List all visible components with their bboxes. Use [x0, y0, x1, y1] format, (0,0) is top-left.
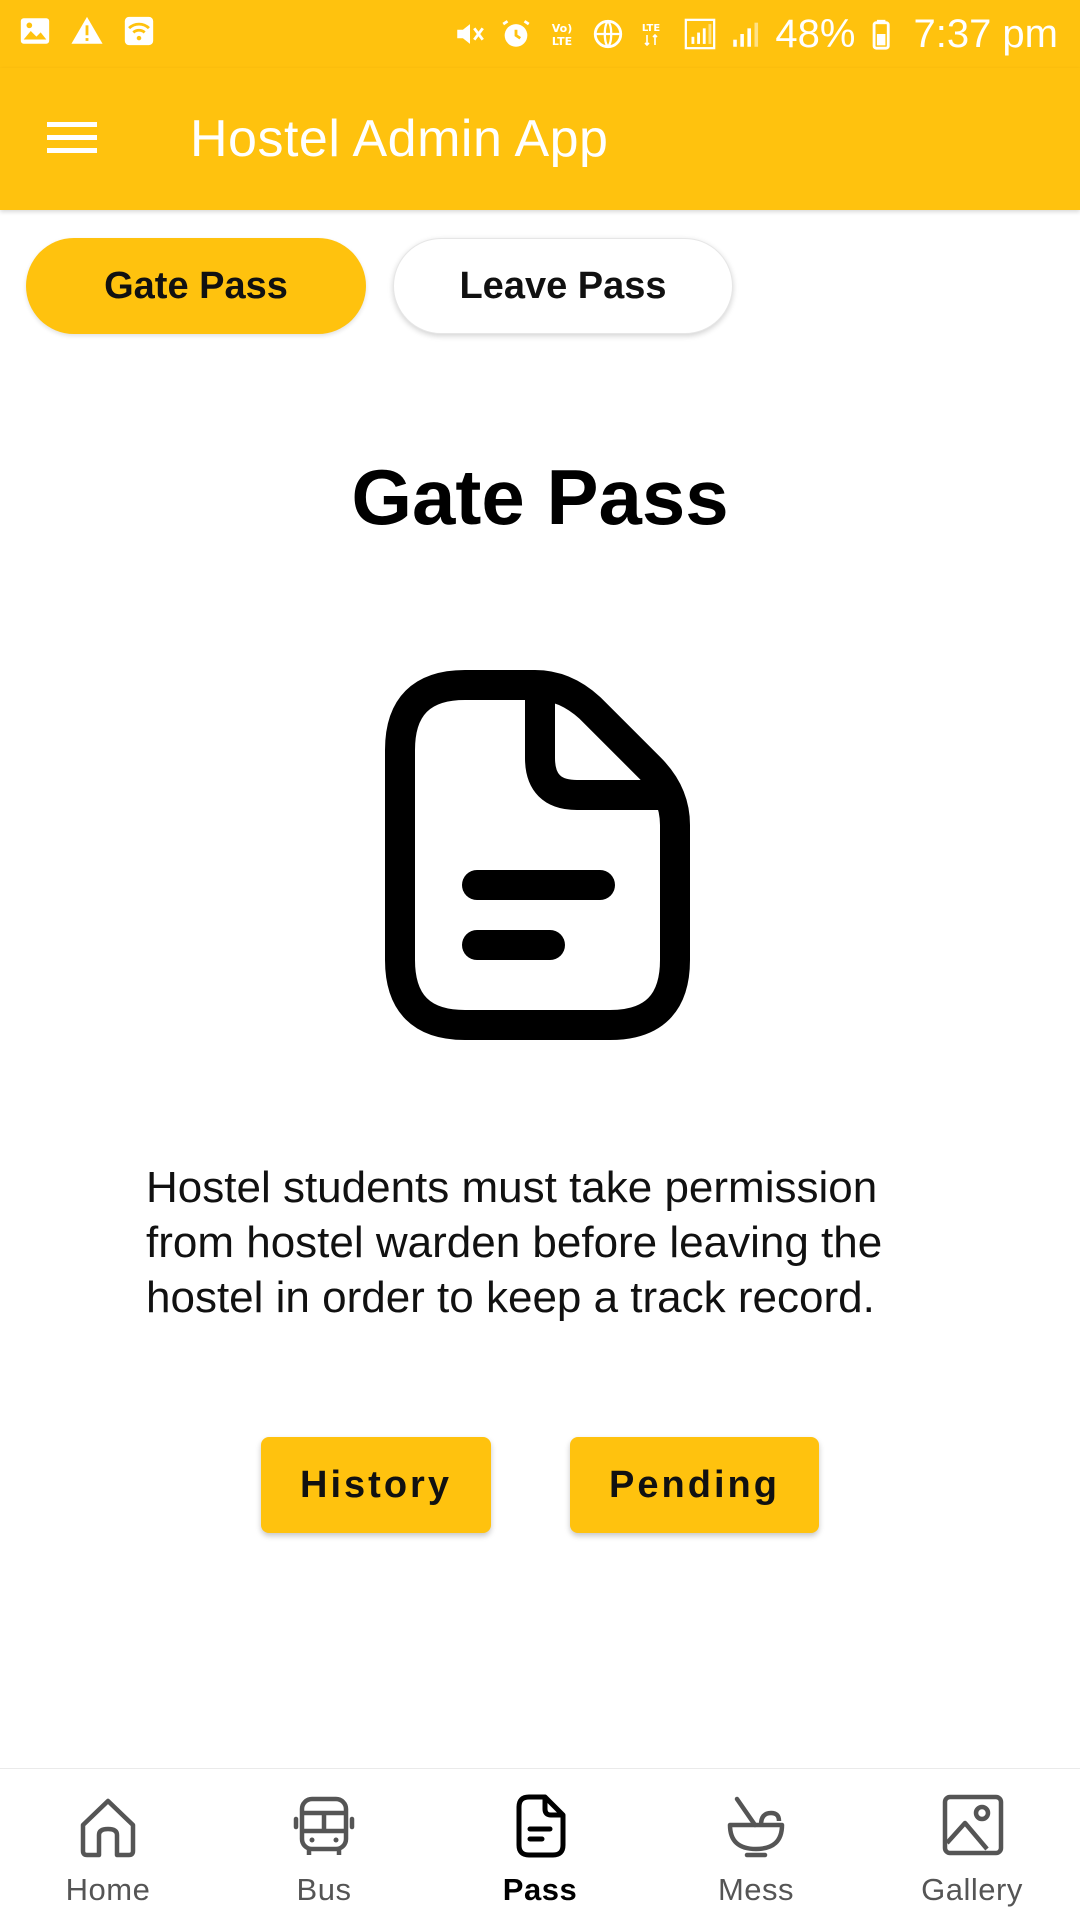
lte-icon: LTE	[637, 17, 671, 51]
nav-item-pass[interactable]: Pass	[432, 1769, 648, 1920]
volte-icon: Vo) LTE	[545, 17, 579, 51]
signal-icon-2	[729, 17, 763, 51]
clock: 7:37 pm	[913, 12, 1058, 56]
tab-leave-pass[interactable]: Leave Pass	[393, 238, 733, 334]
wifi-hotspot-icon	[122, 14, 156, 48]
status-system-icons: Vo) LTE LTE 48% 7:37 pm	[453, 10, 1058, 58]
globe-icon	[591, 17, 625, 51]
battery-percent: 48%	[775, 12, 856, 56]
status-notification-icons	[18, 14, 156, 48]
pending-button[interactable]: Pending	[570, 1437, 819, 1533]
image-notification-icon	[18, 14, 52, 48]
warning-icon	[70, 14, 104, 48]
svg-text:Vo): Vo)	[552, 22, 573, 35]
nav-label-bus: Bus	[296, 1872, 352, 1907]
nav-label-home: Home	[65, 1872, 151, 1907]
nav-item-gallery[interactable]: Gallery	[864, 1769, 1080, 1920]
nav-item-home[interactable]: Home	[0, 1769, 216, 1920]
bus-icon	[289, 1791, 359, 1866]
alarm-icon	[499, 17, 533, 51]
nav-item-mess[interactable]: Mess	[648, 1769, 864, 1920]
food-bowl-icon	[721, 1791, 791, 1866]
page-title: Gate Pass	[351, 453, 729, 541]
tab-gate-pass[interactable]: Gate Pass	[26, 238, 366, 334]
document-icon	[385, 670, 695, 1040]
signal-icon	[683, 17, 717, 51]
status-bar: Vo) LTE LTE 48% 7:37 pm	[0, 0, 1080, 68]
battery-icon	[867, 17, 901, 51]
nav-label-mess: Mess	[717, 1872, 795, 1907]
mute-icon	[453, 17, 487, 51]
document-icon	[505, 1791, 575, 1866]
bottom-navigation: Home Bus Pass Mess Gallery	[0, 1768, 1080, 1920]
gallery-icon	[937, 1791, 1007, 1866]
svg-text:LTE: LTE	[642, 23, 661, 34]
nav-label-pass: Pass	[502, 1872, 578, 1907]
app-title: Hostel Admin App	[190, 110, 609, 168]
history-button[interactable]: History	[261, 1437, 491, 1533]
hamburger-menu-icon[interactable]	[34, 106, 110, 170]
svg-text:LTE: LTE	[552, 35, 572, 48]
home-icon	[73, 1791, 143, 1866]
app-bar: Hostel Admin App	[0, 68, 1080, 210]
nav-item-bus[interactable]: Bus	[216, 1769, 432, 1920]
gate-pass-description: Hostel students must take permission fro…	[146, 1163, 883, 1322]
nav-label-gallery: Gallery	[921, 1872, 1023, 1907]
